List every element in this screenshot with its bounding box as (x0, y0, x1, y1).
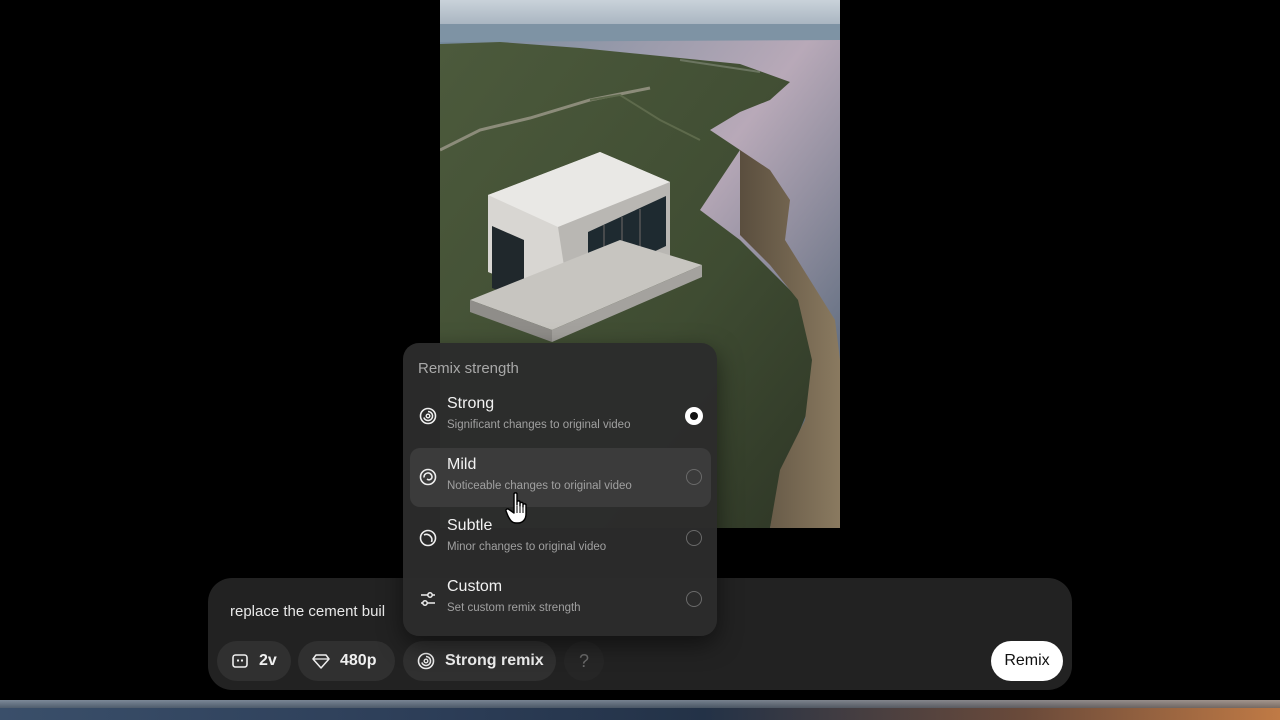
hand-pointer-cursor-icon (505, 491, 533, 525)
remix-screen: replace the cement buil 2v 480p Strong r… (0, 0, 1280, 720)
spiral-subtle-icon (419, 529, 437, 547)
resolution-label: 480p (340, 652, 377, 669)
variations-label: 2v (259, 652, 277, 669)
option-mild[interactable]: Mild Noticeable changes to original vide… (410, 448, 711, 507)
remix-strength-popover: Remix strength Strong Significant change… (403, 343, 717, 636)
option-label: Mild (447, 456, 477, 473)
desktop-edge-strip (0, 700, 1280, 720)
diamond-icon (312, 652, 330, 670)
remix-button[interactable]: Remix (991, 641, 1063, 681)
spiral-strong-icon (417, 652, 435, 670)
radio-selected[interactable] (685, 407, 703, 425)
option-label: Strong (447, 395, 495, 412)
remix-chip-label: Strong remix (445, 652, 544, 669)
spiral-mild-icon (419, 468, 437, 486)
prompt-input[interactable]: replace the cement buil (230, 603, 385, 620)
variations-chip[interactable]: 2v (217, 641, 291, 681)
option-label: Custom (447, 578, 503, 595)
option-description: Minor changes to original video (447, 541, 607, 553)
option-description: Significant changes to original video (447, 419, 631, 431)
help-button[interactable]: ? (564, 641, 604, 681)
option-strong[interactable]: Strong Significant changes to original v… (410, 387, 711, 446)
option-description: Noticeable changes to original video (447, 480, 632, 492)
option-custom[interactable]: Custom Set custom remix strength (410, 570, 711, 629)
remix-strength-chip[interactable]: Strong remix (403, 641, 556, 681)
option-description: Set custom remix strength (447, 602, 581, 614)
spiral-strong-icon (419, 407, 437, 425)
radio-unselected[interactable] (686, 591, 702, 607)
sliders-icon (419, 590, 437, 608)
variations-icon (231, 652, 249, 670)
option-label: Subtle (447, 517, 493, 534)
popover-title: Remix strength (418, 360, 519, 377)
radio-unselected[interactable] (686, 469, 702, 485)
resolution-chip[interactable]: 480p (298, 641, 395, 681)
radio-unselected[interactable] (686, 530, 702, 546)
option-subtle[interactable]: Subtle Minor changes to original video (410, 509, 711, 568)
